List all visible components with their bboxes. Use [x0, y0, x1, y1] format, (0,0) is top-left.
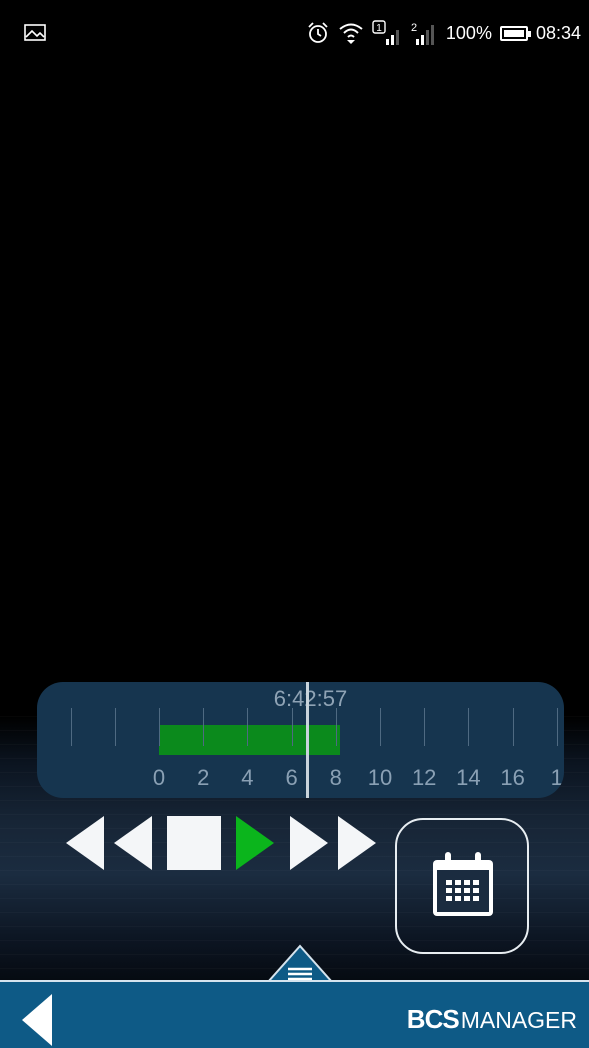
rewind-button[interactable]	[66, 816, 154, 870]
footer-bar: BCS MANAGER	[0, 980, 589, 1048]
timeline-tick	[159, 708, 160, 746]
svg-text:1: 1	[376, 23, 382, 34]
timeline-tick	[335, 708, 337, 746]
battery-fill	[503, 29, 524, 37]
timeline-tick-label: 14	[456, 765, 481, 790]
timeline-tick-label: 8	[329, 765, 342, 790]
timeline-tick-label: 2	[197, 765, 210, 790]
calendar-icon	[433, 852, 493, 916]
timeline-tick	[468, 708, 470, 746]
fast-forward-icon	[290, 816, 376, 870]
timeline-tick	[380, 708, 381, 746]
timeline-tick-label: 10	[367, 765, 393, 790]
play-button[interactable]	[236, 816, 276, 870]
timeline-tick-label: 4	[241, 765, 254, 790]
recording-segment	[159, 725, 341, 755]
status-bar: 1 2 100% 08:34	[0, 0, 589, 60]
timeline-tick-label: 16	[500, 765, 525, 790]
battery-percent: 100%	[445, 22, 492, 43]
status-bar-right: 1 2 100% 08:34	[306, 19, 581, 47]
brand-logo: BCS MANAGER	[407, 1004, 577, 1035]
svg-text:2: 2	[411, 22, 417, 34]
timeline-tick-label: 12	[411, 765, 437, 790]
gallery-icon	[24, 24, 46, 41]
timeline-tick	[203, 708, 205, 746]
playhead-cursor[interactable]	[306, 682, 310, 798]
rewind-icon	[66, 816, 152, 870]
sim2-signal-icon: 2	[411, 22, 434, 45]
play-icon	[236, 816, 274, 870]
stop-button[interactable]	[167, 816, 221, 870]
clock: 08:34	[535, 22, 581, 43]
timeline-tick	[114, 708, 116, 746]
timeline-tick	[424, 708, 426, 746]
video-viewport[interactable]	[0, 60, 589, 720]
timeline-tick	[247, 708, 249, 746]
timeline-tick-label: 0	[152, 765, 166, 790]
back-icon	[22, 994, 52, 1046]
timeline-tick	[291, 708, 293, 746]
timeline-tick-label: 1	[550, 765, 563, 790]
menu-tab[interactable]	[268, 942, 332, 982]
battery-icon	[499, 25, 531, 41]
stop-icon	[167, 816, 221, 870]
timeline-tick-label: 6	[285, 765, 298, 790]
alarm-icon	[308, 22, 328, 43]
brand-light: MANAGER	[460, 1007, 577, 1033]
fast-forward-button[interactable]	[290, 816, 378, 870]
back-button[interactable]	[22, 994, 54, 1046]
timeline-tick	[512, 708, 514, 746]
calendar-button[interactable]	[395, 818, 529, 954]
timeline-scrubber[interactable]: 6:42:57 0 2 4 6 8 10 12 14 16 1	[37, 682, 564, 798]
timeline-tick	[70, 708, 72, 746]
timeline-tick	[556, 708, 558, 746]
sim1-signal-icon: 1	[372, 20, 399, 45]
wifi-icon	[339, 23, 363, 44]
brand-bold: BCS	[406, 1004, 460, 1034]
